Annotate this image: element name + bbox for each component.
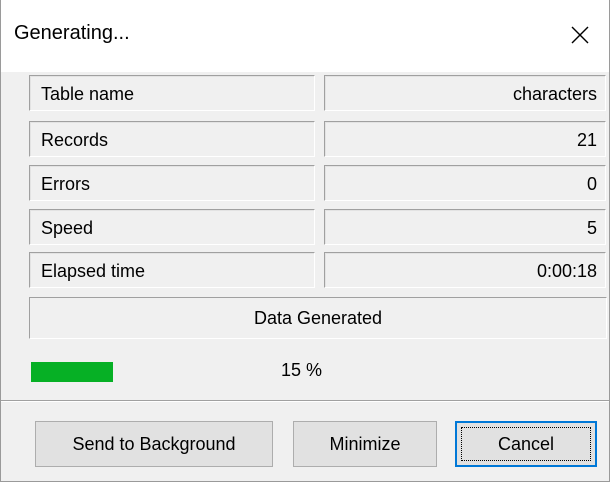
stat-value: 0:00:18	[324, 252, 606, 288]
stat-value: 21	[324, 121, 606, 157]
stat-row-errors: Errors 0	[29, 165, 607, 203]
stat-value: 0	[324, 165, 606, 201]
divider	[1, 400, 609, 402]
cancel-button[interactable]: Cancel	[455, 421, 597, 467]
stat-row-elapsed-time: Elapsed time 0:00:18	[29, 252, 607, 290]
minimize-button[interactable]: Minimize	[293, 421, 437, 467]
stat-row-table-name: Table name characters	[29, 75, 607, 113]
status-message: Data Generated	[29, 297, 607, 339]
stat-row-speed: Speed 5	[29, 209, 607, 247]
cancel-button-label: Cancel	[461, 427, 591, 461]
stat-row-records: Records 21	[29, 121, 607, 159]
send-to-background-button[interactable]: Send to Background	[35, 421, 273, 467]
generating-dialog: Generating... Table name characters Reco…	[0, 0, 610, 482]
progress-percent: 15 %	[281, 360, 323, 380]
stat-label: Records	[29, 121, 315, 157]
title-bar: Generating...	[1, 0, 609, 72]
stat-label: Table name	[29, 75, 315, 111]
progress-bar-fill	[31, 362, 113, 382]
stat-label: Speed	[29, 209, 315, 245]
close-icon	[571, 26, 589, 44]
close-button[interactable]	[557, 14, 603, 56]
stat-value: characters	[324, 75, 606, 111]
stat-value: 5	[324, 209, 606, 245]
dialog-title: Generating...	[14, 22, 130, 44]
stat-label: Errors	[29, 165, 315, 201]
stat-label: Elapsed time	[29, 252, 315, 288]
